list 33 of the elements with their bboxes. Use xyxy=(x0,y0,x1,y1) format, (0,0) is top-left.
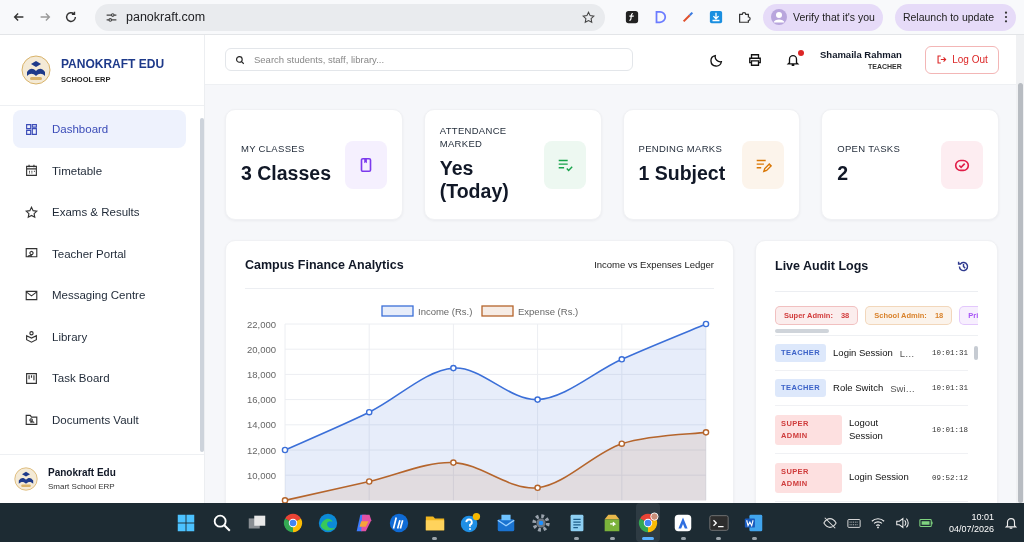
brand-name: PANOKRAFT EDU xyxy=(61,56,165,71)
log-detail: Swi… xyxy=(890,382,916,394)
legend-label: Expense (Rs.) xyxy=(518,305,579,317)
stat-value: Yes (Today) xyxy=(439,156,510,205)
log-action: Login Session xyxy=(833,346,893,360)
axis-tick-label: 18,000 xyxy=(246,368,276,380)
user-name: Shamaila Rahman xyxy=(820,49,902,60)
log-action: Login Session xyxy=(849,471,909,484)
axis-tick-label: 20,000 xyxy=(246,343,276,355)
stat-label: OPEN TASKS xyxy=(837,143,901,156)
axis-tick-label: 10,000 xyxy=(246,469,276,481)
card-title: Live Audit Logs xyxy=(775,259,869,273)
card-subtitle: Income vs Expenses Ledger xyxy=(594,259,714,270)
log-action: Role Switch xyxy=(833,381,884,395)
axis-tick-label: 16,000 xyxy=(246,394,276,406)
url-text: panokraft.com xyxy=(126,10,207,24)
card-title: Campus Finance Analytics xyxy=(245,257,404,272)
stat-value: 3 Classes xyxy=(241,162,331,186)
footer-name: Panokraft Edu xyxy=(48,467,116,478)
legend-label: Income (Rs.) xyxy=(418,305,473,317)
stat-label: MY CLASSES xyxy=(241,143,306,156)
axis-tick-label: 22,000 xyxy=(246,318,276,330)
axis-tick-label: 12,000 xyxy=(246,444,276,456)
stat-value: 2 xyxy=(837,162,850,186)
stat-value: 1 Subject xyxy=(638,162,726,186)
axis-tick-label: 14,000 xyxy=(246,419,276,431)
update-chip-text: Relaunch to update xyxy=(902,11,994,23)
profile-chip-text: Verify that it's you xyxy=(792,11,875,23)
stat-label: PENDING MARKS xyxy=(638,143,724,156)
log-action: Logout Session xyxy=(849,416,884,443)
footer-subtitle: Smart School ERP xyxy=(48,482,116,491)
log-detail: L… xyxy=(899,347,915,359)
stat-label: ATTENDANCE MARKED xyxy=(439,124,508,151)
